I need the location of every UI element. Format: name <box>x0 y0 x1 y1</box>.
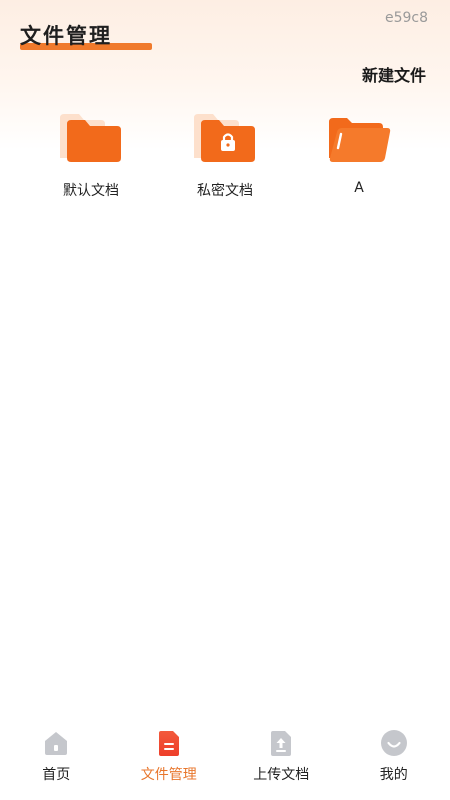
nav-label: 上传文档 <box>253 767 310 783</box>
code-label: e59c8 <box>384 10 428 26</box>
open-folder-icon <box>329 118 391 162</box>
folder-item-a[interactable]: A <box>304 112 414 196</box>
folder-icon <box>60 114 121 162</box>
folder-item-default[interactable]: 默认文档 <box>36 112 146 200</box>
nav-item-home[interactable]: 首页 <box>0 720 113 800</box>
folder-grid: 默认文档 私密文档 A <box>0 112 450 212</box>
folder-label: 默认文档 <box>63 183 119 199</box>
upload-icon <box>271 731 292 756</box>
profile-icon <box>380 730 407 756</box>
document-icon <box>158 731 179 756</box>
nav-label: 首页 <box>42 767 71 783</box>
bottom-nav: 首页 文件管理 上传文档 我的 <box>0 720 450 800</box>
lock-folder-icon <box>194 114 255 162</box>
nav-label: 文件管理 <box>140 767 197 783</box>
nav-item-profile[interactable]: 我的 <box>338 720 450 800</box>
home-icon <box>45 732 68 755</box>
nav-label: 我的 <box>379 767 408 783</box>
nav-item-upload[interactable]: 上传文档 <box>225 720 338 800</box>
folder-label: A <box>354 180 364 196</box>
nav-item-file-manager[interactable]: 文件管理 <box>113 720 226 800</box>
page-title: 文件管理 <box>20 24 112 48</box>
new-file-button[interactable]: 新建文件 <box>362 62 426 86</box>
folder-label: 私密文档 <box>197 183 253 199</box>
folder-item-private[interactable]: 私密文档 <box>170 112 280 200</box>
page-title-block: 文件管理 <box>20 22 152 54</box>
